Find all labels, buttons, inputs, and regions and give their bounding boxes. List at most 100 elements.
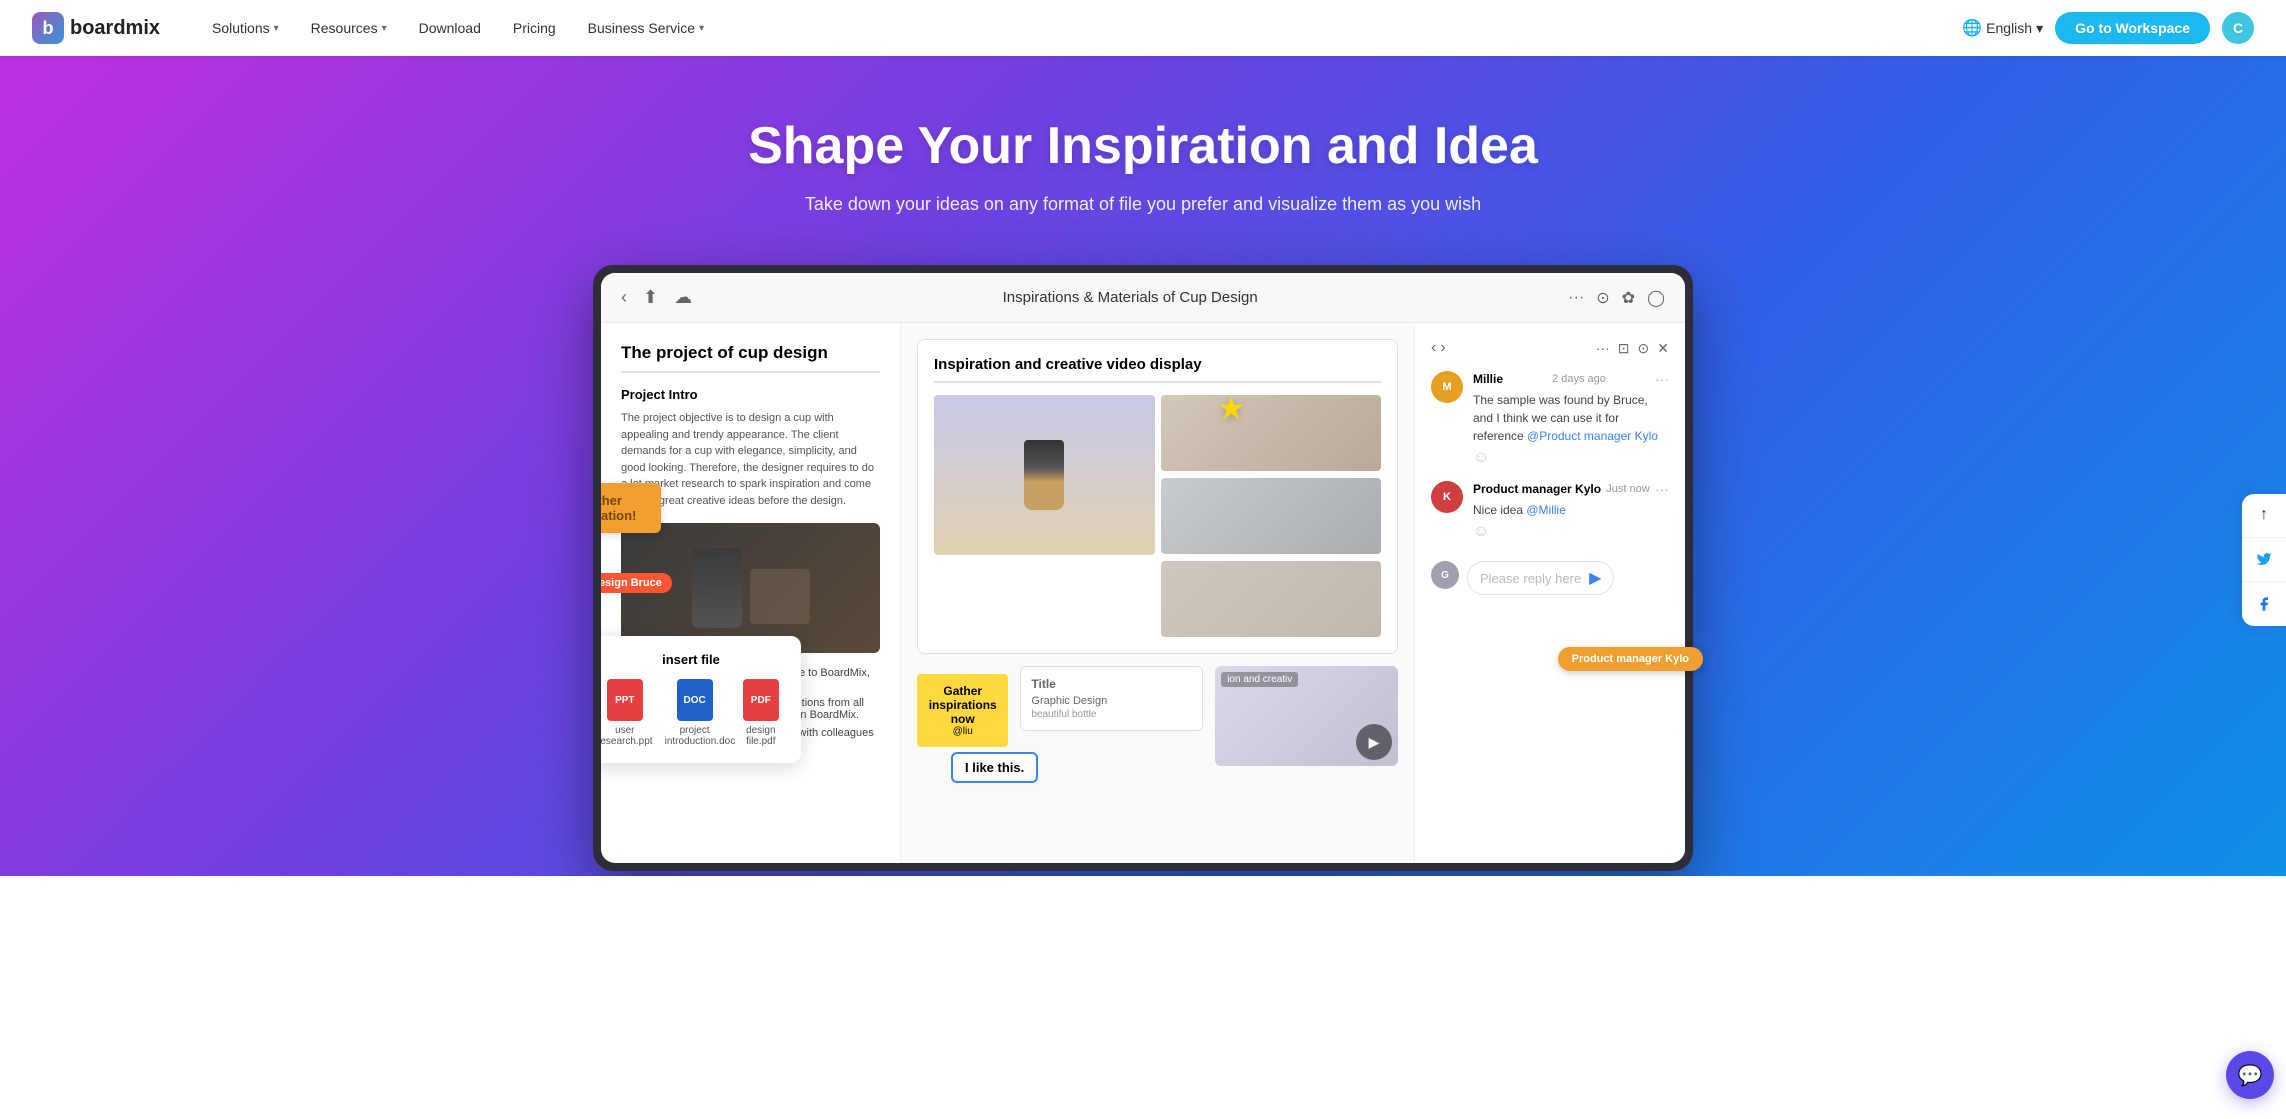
comment-text: The sample was found by Bruce, and I thi… — [1473, 391, 1669, 445]
nav-logo[interactable]: b boardmix — [32, 12, 160, 44]
play-button[interactable]: ▶ — [1356, 724, 1392, 760]
avatar[interactable]: C — [2222, 12, 2254, 44]
toolbar-right: ··· ⊙ ✿ ◯ — [1568, 288, 1665, 308]
send-icon[interactable]: ▶ — [1589, 568, 1601, 588]
inspiration-card: Inspiration and creative video display — [917, 339, 1398, 654]
reply-box[interactable]: Please reply here ▶ — [1467, 561, 1614, 595]
nav-right: 🌐 English ▾ Go to Workspace C — [1962, 12, 2254, 44]
more-icon[interactable]: ··· — [1596, 340, 1610, 357]
chat-icon[interactable]: ◯ — [1647, 288, 1665, 308]
file-item-ppt: PPT user research.ppt — [601, 679, 653, 747]
texture-image-3 — [1161, 561, 1382, 637]
comment-more-icon[interactable]: ··· — [1655, 481, 1669, 497]
facebook-button[interactable] — [2242, 582, 2286, 626]
star-icon: ★ — [1217, 389, 1246, 427]
chevron-down-icon: ▾ — [2036, 20, 2043, 37]
design-bruce-tag: Design Bruce — [601, 573, 672, 593]
center-panel: ★ Inspiration and creative video display — [901, 323, 1415, 863]
nav-solutions[interactable]: Solutions ▾ — [200, 14, 291, 42]
commenter-name: Product manager Kylo — [1473, 482, 1601, 496]
upload-icon[interactable]: ⬆ — [643, 287, 658, 308]
mention: @Product manager Kylo — [1527, 429, 1658, 443]
timer-icon[interactable]: ⊙ — [1596, 288, 1609, 308]
pdf-icon: PDF — [743, 679, 779, 721]
nav-business-service[interactable]: Business Service ▾ — [576, 14, 716, 42]
video-thumbnail: ▶ ion and creativ — [1215, 666, 1398, 766]
mockup-inner: ‹ ⬆ ☁ Inspirations & Materials of Cup De… — [601, 273, 1685, 863]
next-icon[interactable]: › — [1440, 339, 1445, 357]
mockup-toolbar: ‹ ⬆ ☁ Inspirations & Materials of Cup De… — [601, 273, 1685, 323]
ppt-icon: PPT — [607, 679, 643, 721]
file-item-doc: DOC project introduction.doc — [665, 679, 725, 747]
commenter-name: Millie — [1473, 372, 1503, 386]
comment-actions: ··· ⊡ ⊙ ✕ — [1596, 340, 1669, 357]
chevron-down-icon: ▾ — [699, 23, 704, 34]
comment-text: Nice idea @Millie — [1473, 501, 1669, 519]
divider — [621, 371, 880, 373]
side-social: ↑ — [2242, 494, 2286, 626]
file-name: design file.pdf — [737, 725, 785, 747]
navbar: b boardmix Solutions ▾ Resources ▾ Downl… — [0, 0, 2286, 56]
i-like-this-note: I like this. — [951, 752, 1038, 783]
comment-name-row: Millie 2 days ago ··· — [1473, 371, 1669, 387]
close-icon[interactable]: ✕ — [1657, 340, 1669, 357]
comment-time: Just now — [1606, 483, 1649, 495]
insert-file-title: insert file — [601, 652, 785, 667]
insert-file-items: PPT user research.ppt DOC project introd… — [601, 679, 785, 747]
comment-body: Product manager Kylo Just now ··· Nice i… — [1473, 481, 1669, 541]
chat-widget[interactable]: 💬 — [2226, 1051, 2274, 1099]
twitter-button[interactable] — [2242, 538, 2286, 582]
prev-icon[interactable]: ‹ — [1431, 339, 1436, 357]
left-panel: The project of cup design Project Intro … — [601, 323, 901, 863]
comment-nav: ‹ › — [1431, 339, 1446, 357]
image-grid — [934, 395, 1381, 637]
document-title: Inspirations & Materials of Cup Design — [1003, 289, 1258, 306]
nav-pricing[interactable]: Pricing — [501, 14, 568, 42]
insert-file-overlay: insert file PPT user research.ppt DOC pr… — [601, 636, 801, 763]
toolbar-left: ‹ ⬆ ☁ — [621, 287, 692, 308]
scroll-up-button[interactable]: ↑ — [2242, 494, 2286, 538]
workspace-button[interactable]: Go to Workspace — [2055, 12, 2210, 44]
card-title: Inspiration and creative video display — [934, 356, 1381, 373]
hero-subtitle: Take down your ideas on any format of fi… — [805, 194, 1481, 215]
react-icon[interactable]: ☺ — [1473, 449, 1669, 467]
file-name: user research.ppt — [601, 725, 653, 747]
react-icon[interactable]: ☺ — [1473, 523, 1669, 541]
mention: @Millie — [1526, 503, 1566, 517]
file-item-pdf: PDF design file.pdf — [737, 679, 785, 747]
comment-more-icon[interactable]: ··· — [1655, 371, 1669, 387]
hero-section: Shape Your Inspiration and Idea Take dow… — [0, 56, 2286, 876]
millie-avatar: M — [1431, 371, 1463, 403]
more-icon[interactable]: ··· — [1568, 289, 1584, 307]
hero-title: Shape Your Inspiration and Idea — [748, 116, 1538, 176]
reply-placeholder: Please reply here — [1480, 571, 1581, 586]
left-panel-title: The project of cup design — [621, 343, 880, 363]
gather-inspiration-overlay: Gather inspiration! — [601, 483, 661, 533]
main-product-image — [934, 395, 1155, 555]
gather-sticky-note: Gather inspirations now @liu — [917, 674, 1008, 747]
texture-image-1 — [1161, 395, 1382, 471]
back-icon[interactable]: ‹ — [621, 287, 627, 308]
app-mockup: ‹ ⬆ ☁ Inspirations & Materials of Cup De… — [593, 265, 1693, 871]
section-title: Project Intro — [621, 387, 880, 402]
language-selector[interactable]: 🌐 English ▾ — [1962, 18, 2043, 38]
mockup-content: The project of cup design Project Intro … — [601, 323, 1685, 863]
chevron-down-icon: ▾ — [274, 23, 279, 34]
reply-area: G Please reply here ▶ — [1431, 555, 1669, 595]
cloud-icon[interactable]: ☁ — [674, 287, 692, 308]
collab-icon[interactable]: ✿ — [1622, 288, 1635, 308]
nav-download[interactable]: Download — [407, 14, 493, 42]
divider — [934, 381, 1381, 383]
check-icon[interactable]: ⊙ — [1638, 340, 1650, 357]
comment-item: M Millie 2 days ago ··· The sample was f… — [1431, 371, 1669, 467]
logo-icon: b — [32, 12, 64, 44]
expand-icon[interactable]: ⊡ — [1618, 340, 1630, 357]
nav-resources[interactable]: Resources ▾ — [299, 14, 399, 42]
chevron-down-icon: ▾ — [382, 23, 387, 34]
texture-image-2 — [1161, 478, 1382, 554]
comments-panel: ‹ › ··· ⊡ ⊙ ✕ M — [1415, 323, 1685, 863]
product-manager-tag: Product manager Kylo — [1558, 647, 1703, 671]
nav-links: Solutions ▾ Resources ▾ Download Pricing… — [200, 14, 1962, 42]
chat-icon: 💬 — [2238, 1063, 2263, 1088]
comment-name-row: Product manager Kylo Just now ··· — [1473, 481, 1669, 497]
